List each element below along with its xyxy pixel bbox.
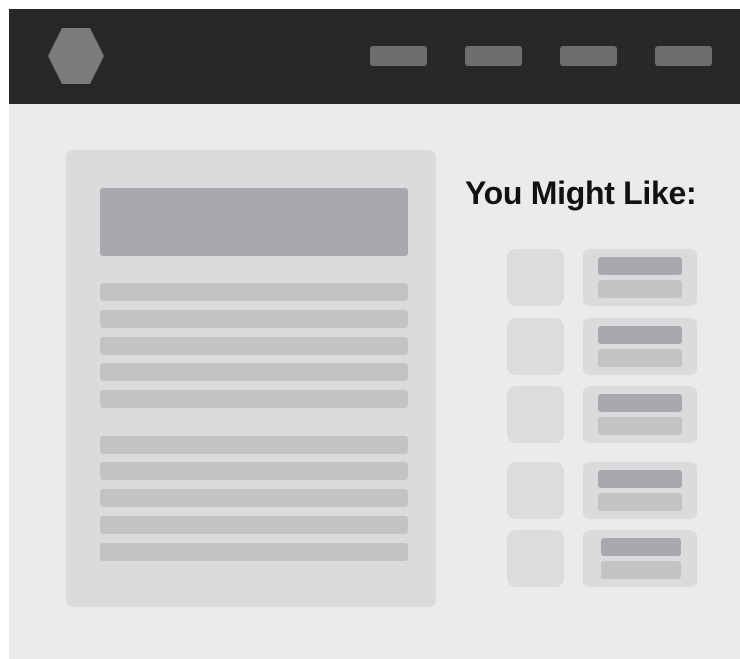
text-line-placeholder — [100, 436, 408, 454]
text-line-placeholder — [100, 462, 408, 480]
recommendation-thumbnail[interactable] — [507, 318, 564, 375]
recommendation-thumbnail[interactable] — [507, 249, 564, 306]
text-line-placeholder — [100, 390, 408, 408]
recommendation-subtitle-placeholder — [598, 493, 682, 511]
recommendations-heading: You Might Like: — [465, 175, 697, 211]
recommendation-title-placeholder — [598, 257, 682, 275]
nav-link-placeholder-4[interactable] — [655, 46, 712, 66]
nav-link-placeholder-2[interactable] — [465, 46, 522, 66]
recommendation-card[interactable] — [583, 530, 697, 587]
text-line-placeholder — [100, 489, 408, 507]
text-line-placeholder — [100, 363, 408, 381]
hexagon-logo-icon[interactable] — [47, 27, 105, 85]
article-content-card — [66, 150, 436, 607]
text-line-placeholder — [100, 337, 408, 355]
nav-link-placeholder-3[interactable] — [560, 46, 617, 66]
recommendation-card[interactable] — [583, 318, 697, 375]
text-line-placeholder — [100, 516, 408, 534]
top-navigation-bar — [9, 9, 740, 104]
recommendation-subtitle-placeholder — [598, 349, 682, 367]
text-line-placeholder — [100, 543, 408, 561]
recommendation-title-placeholder — [598, 470, 682, 488]
recommendation-thumbnail[interactable] — [507, 530, 564, 587]
recommendation-subtitle-placeholder — [598, 280, 682, 298]
recommendation-title-placeholder — [598, 394, 682, 412]
recommendation-title-placeholder — [598, 326, 682, 344]
page-frame: You Might Like: — [9, 9, 740, 659]
text-line-placeholder — [100, 310, 408, 328]
text-line-placeholder — [100, 283, 408, 301]
recommendation-subtitle-placeholder — [598, 417, 682, 435]
recommendation-card[interactable] — [583, 249, 697, 306]
recommendation-thumbnail[interactable] — [507, 386, 564, 443]
recommendation-title-placeholder — [601, 538, 681, 556]
recommendation-thumbnail[interactable] — [507, 462, 564, 519]
nav-link-placeholder-1[interactable] — [370, 46, 427, 66]
recommendation-card[interactable] — [583, 386, 697, 443]
article-title-placeholder — [100, 188, 408, 256]
recommendation-card[interactable] — [583, 462, 697, 519]
recommendation-subtitle-placeholder — [601, 561, 681, 579]
